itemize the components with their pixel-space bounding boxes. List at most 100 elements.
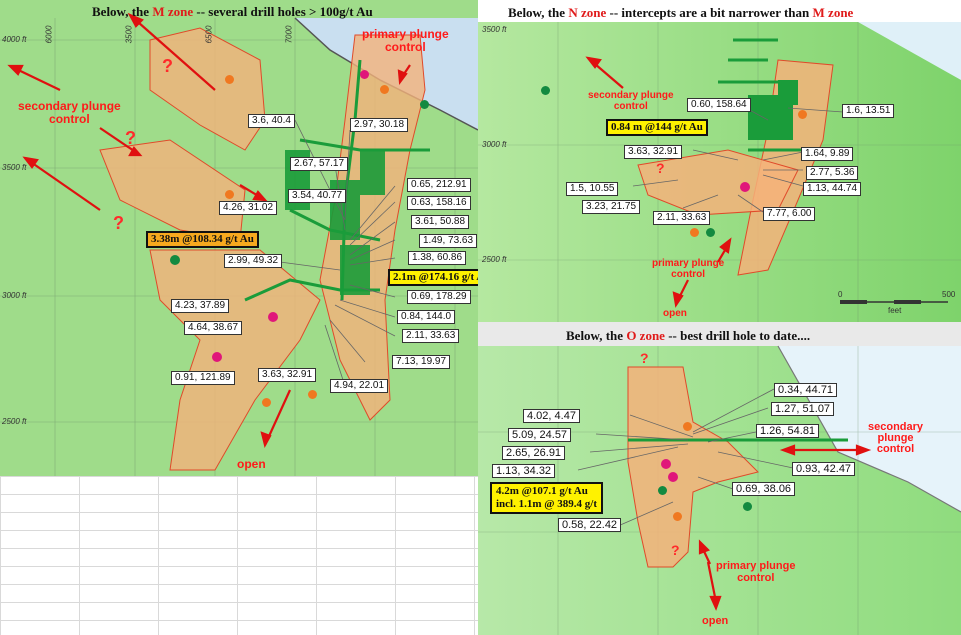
intercept-label: 2.99, 49.32: [224, 254, 283, 268]
secondary-plunge-label: secondary plunge control: [18, 99, 121, 126]
drill-hole-marker: [668, 472, 678, 482]
intercept-label: 0.60, 158.64: [687, 98, 751, 112]
primary-plunge-label: primary plunge control: [362, 27, 449, 54]
m-zone-panel: 4000 ft 3500 ft 3000 ft 2500 ft 6000 350…: [0, 0, 478, 476]
scale-max: 500: [942, 290, 956, 299]
intercept-label: 1.26, 54.81: [756, 424, 820, 438]
axis-label: 2500 ft: [482, 255, 507, 264]
o-zone-panel: Below, the O zone -- best drill hole to …: [478, 322, 961, 635]
intercept-label: 2.11, 33.63: [653, 211, 711, 225]
drill-hole-marker: [420, 100, 429, 109]
axis-label: 2500 ft: [2, 417, 27, 426]
intercept-label: 4.64, 38.67: [184, 321, 243, 335]
intercept-label: 3.23, 21.75: [582, 200, 641, 214]
o-zone-title: Below, the O zone -- best drill hole to …: [566, 328, 811, 343]
drill-hole-marker: [262, 398, 271, 407]
open-label: open: [237, 457, 266, 471]
secondary-plunge-label: secondary plunge control: [868, 421, 924, 455]
intercept-label: 4.94, 22.01: [330, 379, 389, 393]
secondary-plunge-label: secondary plunge control: [588, 90, 674, 112]
intercept-label: 1.13, 44.74: [803, 182, 862, 196]
intercept-label: 0.58, 22.42: [558, 518, 622, 532]
intercept-label: 2.97, 30.18: [350, 118, 409, 132]
primary-plunge-label: primary plunge control: [652, 258, 725, 280]
question-mark: ?: [656, 160, 665, 176]
axis-label: 4000 ft: [2, 35, 27, 44]
intercept-label: 3.6, 40.4: [248, 114, 295, 128]
intercept-label: 0.84, 144.0: [397, 310, 456, 324]
highlight-intercept: 0.84 m @144 g/t Au: [606, 119, 708, 136]
highlight-intercept: 3.38m @108.34 g/t Au: [146, 231, 259, 248]
intercept-label: 2.67, 57.17: [290, 157, 349, 171]
intercept-label: 4.02, 4.47: [523, 409, 580, 423]
highlight-intercept-box: 4.2m @107.1 g/t Au incl. 1.1m @ 389.4 g/…: [490, 482, 603, 514]
intercept-label: 0.34, 44.71: [774, 383, 838, 397]
scale-unit: feet: [888, 306, 902, 315]
top-tick: 6500: [204, 25, 214, 44]
drill-hole-marker: [690, 228, 699, 237]
top-tick: 6000: [44, 25, 54, 44]
drill-hole-marker: [380, 85, 389, 94]
drill-hole-marker: [706, 228, 715, 237]
intercept-label: 3.63, 32.91: [624, 145, 683, 159]
intercept-label: 3.63, 32.91: [258, 368, 317, 382]
intercept-label: 1.38, 60.86: [408, 251, 467, 265]
drill-hole-marker: [743, 502, 752, 511]
scale-zero: 0: [838, 290, 843, 299]
highlight-intercept: 4.2m @107.1 g/t Au: [496, 485, 588, 497]
drill-hole-marker: [212, 352, 222, 362]
intercept-label: 7.13, 19.97: [392, 355, 451, 369]
intercept-label: 0.69, 178.29: [407, 290, 471, 304]
drill-hole-marker: [225, 75, 234, 84]
m-zone-title: Below, the M zone -- several drill holes…: [92, 4, 373, 19]
n-zone-panel: Below, the N zone -- intercepts are a bi…: [478, 0, 961, 322]
drill-hole-marker: [673, 512, 682, 521]
intercept-label: 0.69, 38.06: [732, 482, 796, 496]
intercept-label: 2.11, 33.63: [402, 329, 460, 343]
open-label: open: [663, 308, 687, 319]
highlight-intercept: 2.1m @174.16 g/t Au: [388, 269, 478, 286]
drill-hole-marker: [268, 312, 278, 322]
drill-hole-marker: [360, 70, 369, 79]
axis-label: 3000 ft: [2, 291, 27, 300]
question-mark: ?: [113, 213, 124, 233]
top-tick: 3500: [124, 25, 134, 44]
drill-hole-marker: [798, 110, 807, 119]
drill-hole-marker: [225, 190, 234, 199]
intercept-label: 1.49, 73.63: [419, 234, 478, 248]
drill-hole-marker: [683, 422, 692, 431]
highlight-intercept-sub: incl. 1.1m @ 389.4 g/t: [496, 498, 597, 510]
axis-label: 3500 ft: [482, 25, 507, 34]
question-mark: ?: [671, 542, 680, 558]
axis-label: 3000 ft: [482, 140, 507, 149]
question-mark: ?: [125, 128, 136, 148]
intercept-label: 7.77, 6.00: [763, 207, 816, 221]
intercept-label: 1.27, 51.07: [771, 402, 835, 416]
intercept-label: 1.5, 10.55: [566, 182, 619, 196]
open-label: open: [702, 615, 729, 627]
intercept-label: 3.61, 50.88: [411, 215, 470, 229]
drill-hole-marker: [740, 182, 750, 192]
drill-hole-marker: [541, 86, 550, 95]
intercept-label: 0.63, 158.16: [407, 196, 471, 210]
spreadsheet-grid: [0, 476, 478, 635]
n-zone-title: Below, the N zone -- intercepts are a bi…: [508, 5, 854, 20]
intercept-label: 3.54, 40.77: [288, 189, 347, 203]
intercept-label: 0.65, 212.91: [407, 178, 471, 192]
question-mark: ?: [162, 56, 173, 76]
intercept-label: 2.77, 5.36: [806, 166, 859, 180]
drill-hole-marker: [170, 255, 180, 265]
intercept-label: 4.23, 37.89: [171, 299, 230, 313]
intercept-label: 5.09, 24.57: [508, 428, 572, 442]
top-tick: 7000: [284, 25, 294, 44]
intercept-label: 1.13, 34.32: [492, 464, 556, 478]
intercept-label: 1.64, 9.89: [801, 147, 854, 161]
o-zone-map: [478, 345, 961, 635]
intercept-label: 2.65, 26.91: [502, 446, 566, 460]
drill-hole-marker: [658, 486, 667, 495]
drill-hole-marker: [661, 459, 671, 469]
axis-label: 3500 ft: [2, 163, 27, 172]
intercept-label: 0.91, 121.89: [171, 371, 235, 385]
primary-plunge-label: primary plunge control: [716, 560, 796, 584]
intercept-label: 1.6, 13.51: [842, 104, 895, 118]
